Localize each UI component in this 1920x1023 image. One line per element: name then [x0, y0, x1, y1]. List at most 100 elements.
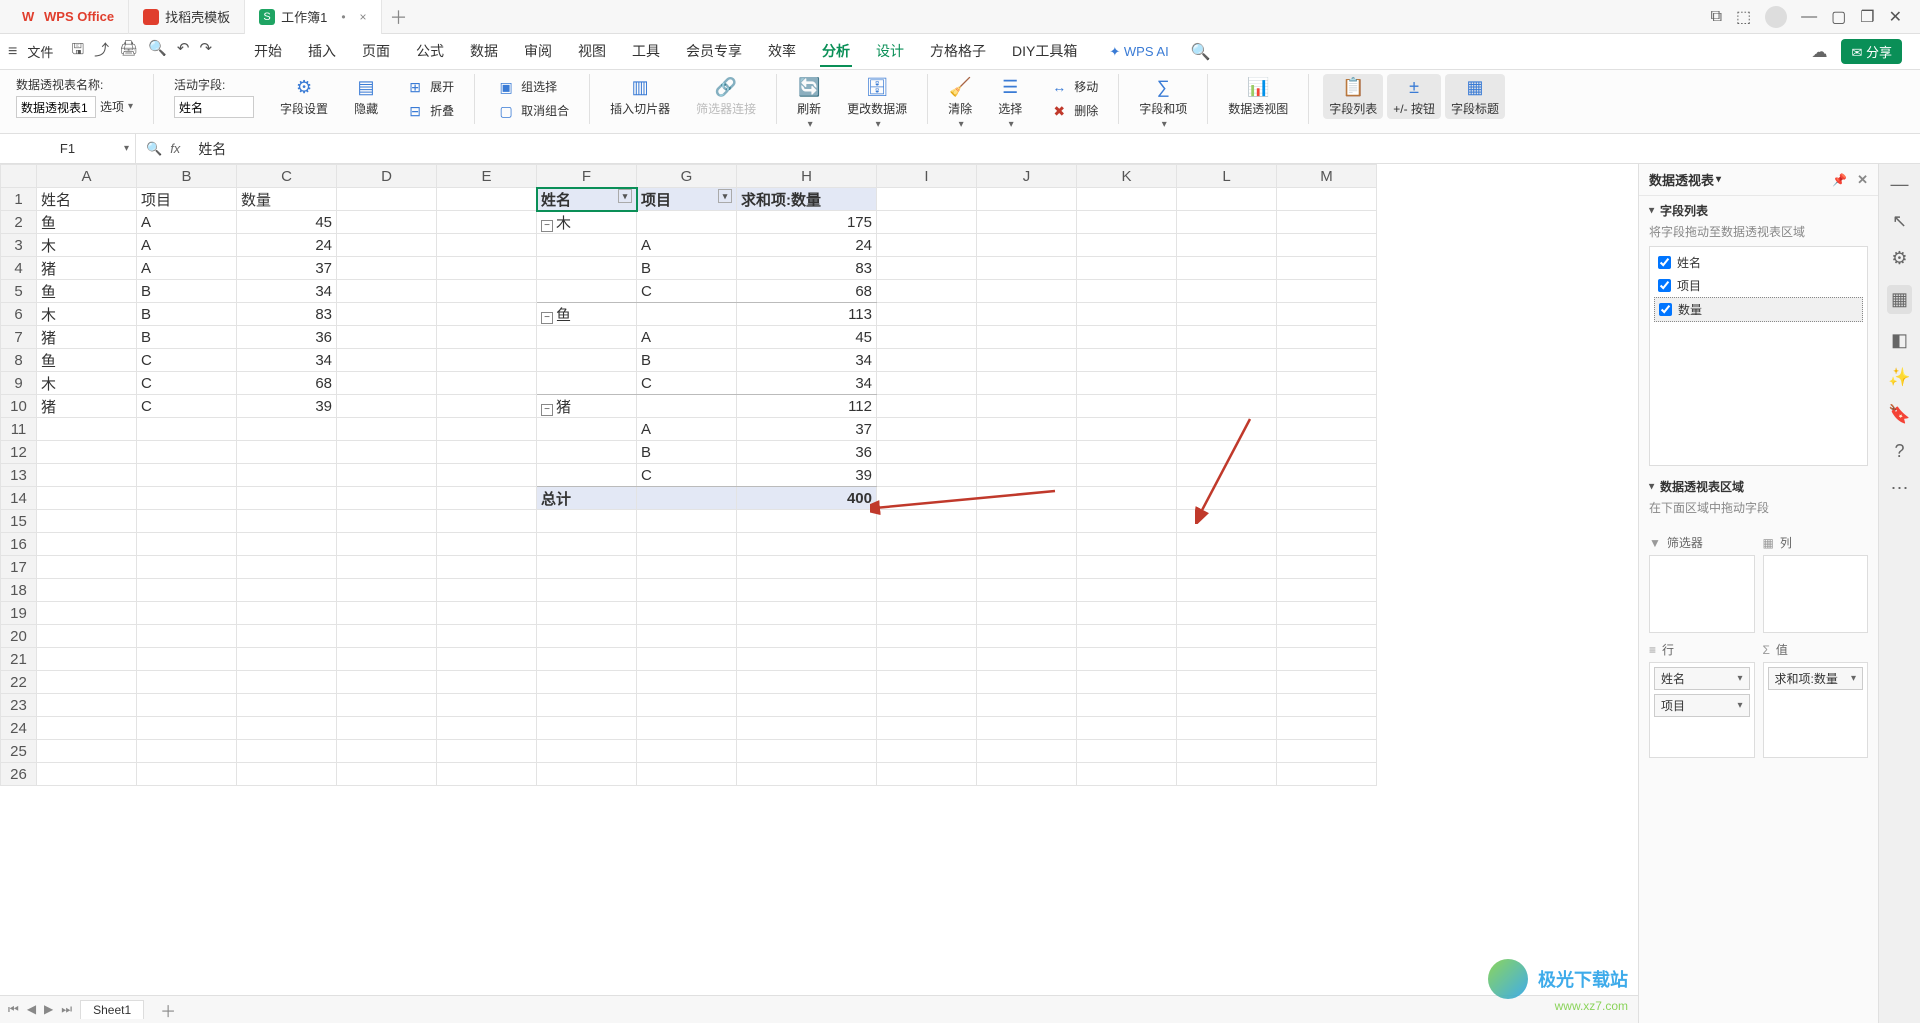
- select-all-corner[interactable]: [1, 165, 37, 188]
- cell-H18[interactable]: [737, 579, 877, 602]
- cell-J14[interactable]: [977, 487, 1077, 510]
- cell-G19[interactable]: [637, 602, 737, 625]
- hamburger-icon[interactable]: ≡: [8, 43, 17, 61]
- cell-H11[interactable]: 37: [737, 418, 877, 441]
- cell-G16[interactable]: [637, 533, 737, 556]
- cell-D15[interactable]: [337, 510, 437, 533]
- options-button[interactable]: 选项: [100, 98, 133, 116]
- cell-K6[interactable]: [1077, 303, 1177, 326]
- cell-L10[interactable]: [1177, 395, 1277, 418]
- cell-C8[interactable]: 34: [237, 349, 337, 372]
- delete-button[interactable]: ✖删除: [1048, 100, 1098, 122]
- collapse-toggle-icon[interactable]: −: [541, 404, 553, 416]
- hide-button[interactable]: ▤隐藏: [348, 74, 384, 119]
- row-header-22[interactable]: 22: [1, 671, 37, 694]
- cell-C19[interactable]: [237, 602, 337, 625]
- cell-K12[interactable]: [1077, 441, 1177, 464]
- cell-A24[interactable]: [37, 717, 137, 740]
- rtab-design[interactable]: 设计: [874, 37, 906, 67]
- preview-icon[interactable]: 🔍: [148, 39, 167, 64]
- cell-A7[interactable]: 猪: [37, 326, 137, 349]
- cell-G1[interactable]: 项目▾: [637, 188, 737, 211]
- cell-E8[interactable]: [437, 349, 537, 372]
- row-header-10[interactable]: 10: [1, 395, 37, 418]
- cell-H3[interactable]: 24: [737, 234, 877, 257]
- cell-G7[interactable]: A: [637, 326, 737, 349]
- cell-D20[interactable]: [337, 625, 437, 648]
- cell-F21[interactable]: [537, 648, 637, 671]
- cell-M25[interactable]: [1277, 740, 1377, 763]
- cell-D13[interactable]: [337, 464, 437, 487]
- cell-I13[interactable]: [877, 464, 977, 487]
- cell-H13[interactable]: 39: [737, 464, 877, 487]
- fx-search-icon[interactable]: 🔍: [146, 141, 162, 157]
- cell-B25[interactable]: [137, 740, 237, 763]
- cell-H12[interactable]: 36: [737, 441, 877, 464]
- cell-I11[interactable]: [877, 418, 977, 441]
- cell-M6[interactable]: [1277, 303, 1377, 326]
- cell-C6[interactable]: 83: [237, 303, 337, 326]
- cell-G25[interactable]: [637, 740, 737, 763]
- share-button[interactable]: ✉ 分享: [1841, 39, 1902, 64]
- cell-F15[interactable]: [537, 510, 637, 533]
- file-menu[interactable]: 文件: [27, 42, 53, 61]
- cell-M21[interactable]: [1277, 648, 1377, 671]
- side-style-icon[interactable]: ✨: [1888, 367, 1910, 388]
- field-list-section[interactable]: 字段列表: [1649, 202, 1868, 219]
- cell-H19[interactable]: [737, 602, 877, 625]
- cell-K16[interactable]: [1077, 533, 1177, 556]
- cell-J22[interactable]: [977, 671, 1077, 694]
- cell-I26[interactable]: [877, 763, 977, 786]
- cell-F26[interactable]: [537, 763, 637, 786]
- cell-G23[interactable]: [637, 694, 737, 717]
- row-header-14[interactable]: 14: [1, 487, 37, 510]
- cell-K14[interactable]: [1077, 487, 1177, 510]
- cell-F7[interactable]: [537, 326, 637, 349]
- row-header-7[interactable]: 7: [1, 326, 37, 349]
- col-header-K[interactable]: K: [1077, 165, 1177, 188]
- cell-J19[interactable]: [977, 602, 1077, 625]
- cell-J15[interactable]: [977, 510, 1077, 533]
- cell-H10[interactable]: 112: [737, 395, 877, 418]
- cell-M4[interactable]: [1277, 257, 1377, 280]
- cell-B2[interactable]: A: [137, 211, 237, 234]
- row-chip-project[interactable]: 项目: [1654, 694, 1750, 717]
- cell-G24[interactable]: [637, 717, 737, 740]
- cell-I10[interactable]: [877, 395, 977, 418]
- field-item-name[interactable]: 姓名: [1654, 251, 1863, 274]
- cell-B6[interactable]: B: [137, 303, 237, 326]
- cell-J17[interactable]: [977, 556, 1077, 579]
- cell-C7[interactable]: 36: [237, 326, 337, 349]
- cell-A6[interactable]: 木: [37, 303, 137, 326]
- rtab-data[interactable]: 数据: [468, 37, 500, 67]
- maximize-icon[interactable]: ▢: [1831, 7, 1846, 27]
- cell-B1[interactable]: 项目: [137, 188, 237, 211]
- cell-B4[interactable]: A: [137, 257, 237, 280]
- field-check-project[interactable]: [1658, 279, 1671, 292]
- cell-A11[interactable]: [37, 418, 137, 441]
- cell-H21[interactable]: [737, 648, 877, 671]
- cell-J5[interactable]: [977, 280, 1077, 303]
- cell-K17[interactable]: [1077, 556, 1177, 579]
- cell-F19[interactable]: [537, 602, 637, 625]
- cell-M1[interactable]: [1277, 188, 1377, 211]
- cell-D1[interactable]: [337, 188, 437, 211]
- cell-D8[interactable]: [337, 349, 437, 372]
- cell-J25[interactable]: [977, 740, 1077, 763]
- cell-B17[interactable]: [137, 556, 237, 579]
- cell-B16[interactable]: [137, 533, 237, 556]
- cell-J10[interactable]: [977, 395, 1077, 418]
- cell-B13[interactable]: [137, 464, 237, 487]
- cell-J23[interactable]: [977, 694, 1077, 717]
- cell-K8[interactable]: [1077, 349, 1177, 372]
- cell-A26[interactable]: [37, 763, 137, 786]
- rtab-view[interactable]: 视图: [576, 37, 608, 67]
- redo-icon[interactable]: ↷: [199, 39, 212, 64]
- col-header-L[interactable]: L: [1177, 165, 1277, 188]
- group-button[interactable]: ▣组选择: [495, 76, 569, 98]
- cell-M24[interactable]: [1277, 717, 1377, 740]
- cell-L9[interactable]: [1177, 372, 1277, 395]
- cell-L15[interactable]: [1177, 510, 1277, 533]
- cell-L24[interactable]: [1177, 717, 1277, 740]
- cell-D4[interactable]: [337, 257, 437, 280]
